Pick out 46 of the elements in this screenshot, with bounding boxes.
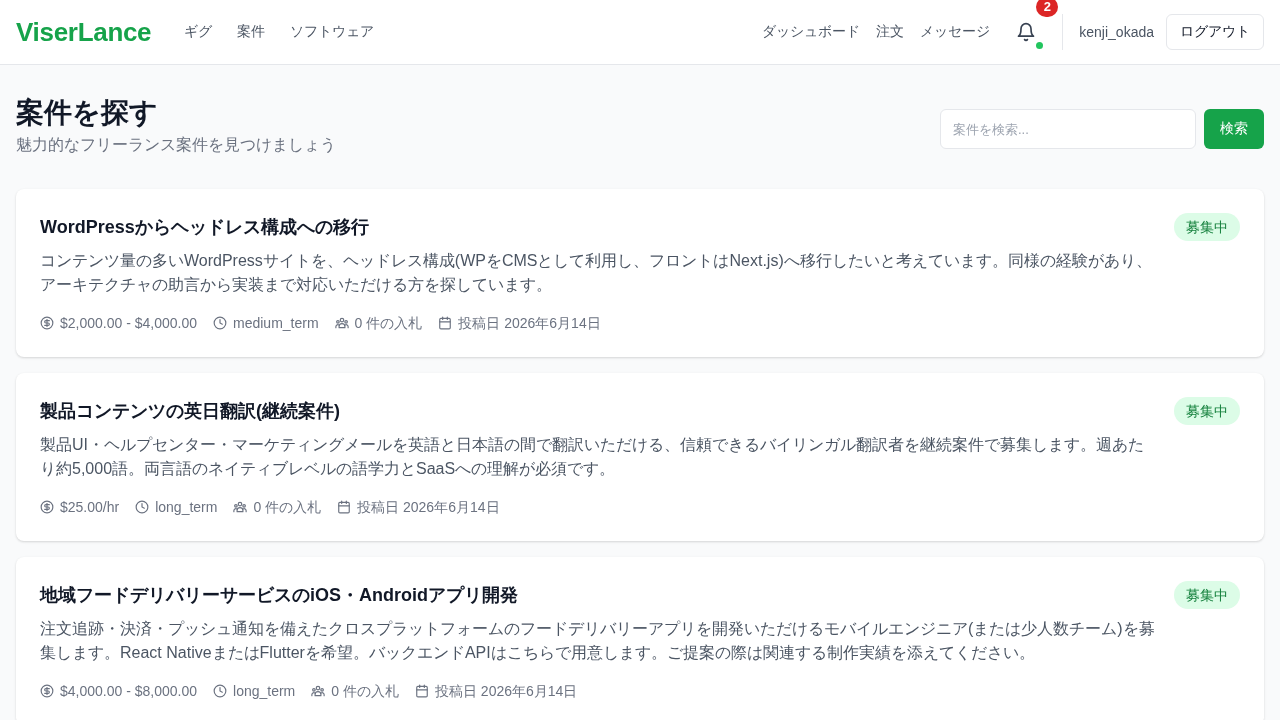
clock-icon	[135, 500, 150, 514]
nav-link[interactable]: 案件	[237, 23, 266, 41]
status-badge: 募集中	[1174, 397, 1240, 425]
calendar-icon	[337, 500, 352, 514]
dollar-icon	[40, 500, 54, 514]
job-title[interactable]: 地域フードデリバリーサービスのiOS・Androidアプリ開発	[40, 581, 1158, 609]
budget-text: $2,000.00 - $4,000.00	[60, 314, 197, 333]
status-badge: 募集中	[1174, 213, 1240, 241]
nav-link[interactable]: ダッシュボード	[762, 23, 861, 41]
nav-link[interactable]: 注文	[876, 23, 905, 41]
bids-count: 0 件の入札	[331, 682, 399, 701]
job-description: 注文追跡・決済・プッシュ通知を備えたクロスプラットフォームのフードデリバリーアプリを開発いただけるモバイルエンジニア(または少人数チーム)を募集します。React NativeまたはFlutterを希望。バックエンドAPIはこちらで用意します。ご提案の際は関連する制作実績を添えてください。	[40, 619, 1156, 663]
budget-text: $25.00/hr	[60, 498, 120, 517]
nav-link[interactable]: メッセージ	[920, 23, 991, 41]
search-field[interactable]: 案件を検索...	[940, 109, 1196, 149]
notification-badge: 2	[1036, 0, 1059, 17]
users-icon	[334, 316, 349, 330]
dollar-icon	[40, 684, 54, 698]
clock-icon	[213, 684, 227, 698]
posted-date: 投稿日 2026年6月14日	[458, 314, 601, 333]
budget-text: $4,000.00 - $8,000.00	[60, 682, 197, 701]
job-title[interactable]: 製品コンテンツの英日翻訳(継続案件)	[40, 397, 1158, 425]
username: kenji_okada	[1079, 24, 1154, 40]
calendar-icon	[438, 316, 453, 330]
job-description: 製品UI・ヘルプセンター・マーケティングメールを英語と日本語の間で翻訳いただける、信頼できるバイリンガル翻訳者を継続案件で募集します。週あたり約5,000語。両言語のネイティブレベルの語学力とSaaSへの理解が必須です。	[40, 435, 1145, 479]
bids-count: 0 件の入札	[253, 498, 322, 517]
posted-date: 投稿日 2026年6月14日	[357, 498, 500, 517]
bell-icon[interactable]	[1016, 22, 1037, 42]
status-badge: 募集中	[1174, 581, 1240, 609]
logout-button[interactable]: ログアウト	[1166, 14, 1264, 50]
bids-count: 0 件の入札	[354, 314, 423, 333]
duration-text: long_term	[155, 498, 218, 517]
clock-icon	[213, 316, 227, 330]
nav-link[interactable]: ソフトウェア	[290, 23, 375, 41]
duration-text: long_term	[233, 682, 296, 701]
nav-link[interactable]: ギグ	[184, 23, 213, 41]
page-subtitle: 魅力的なフリーランス案件を見つけましょう	[16, 135, 336, 155]
job-description: コンテンツ量の多いWordPressサイトを、ヘッドレス構成(WPをCMSとして利用し、フロントはNext.js)へ移行したいと考えています。同様の経験があり、アーキテクチャの助言から実装まで対応いただける方を探しています。	[40, 251, 1153, 295]
job-title[interactable]: WordPressからヘッドレス構成への移行	[40, 213, 1158, 241]
page-title: 案件を探す	[16, 96, 159, 130]
posted-date: 投稿日 2026年6月14日	[434, 682, 578, 701]
calendar-icon	[414, 684, 429, 698]
duration-text: medium_term	[233, 314, 319, 333]
users-icon	[311, 684, 326, 698]
dollar-icon	[40, 316, 54, 330]
users-icon	[233, 500, 248, 514]
